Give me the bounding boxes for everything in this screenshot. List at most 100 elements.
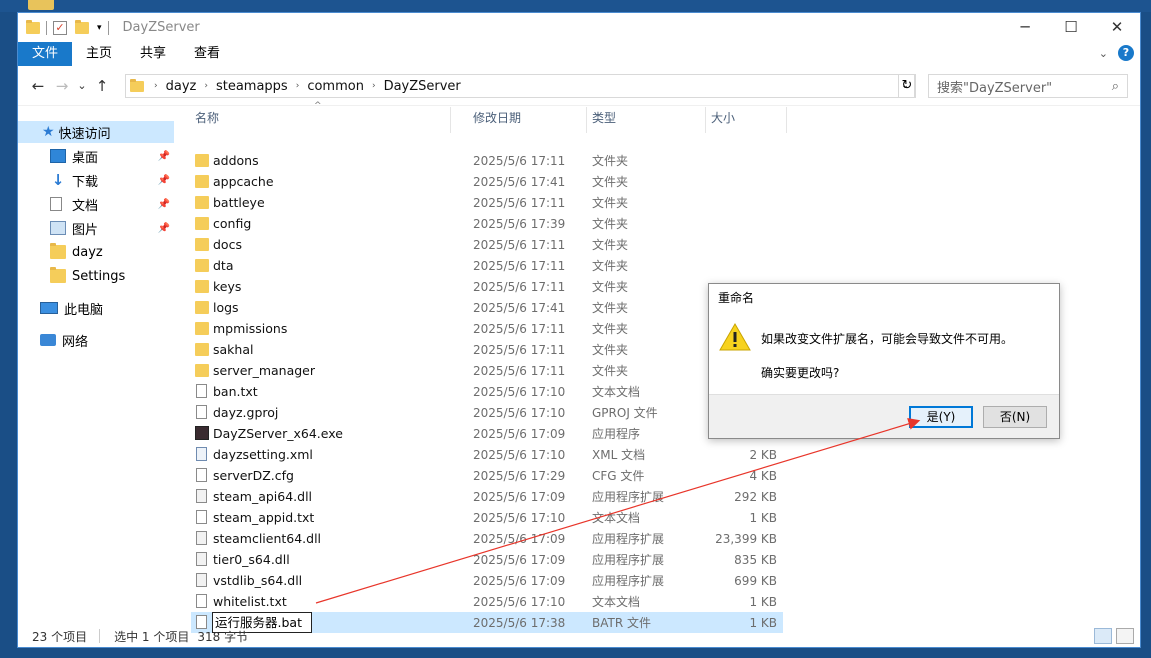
tab-home[interactable]: 主页 bbox=[72, 42, 126, 66]
file-row[interactable]: dayz.gproj 2025/5/6 17:10 GPROJ 文件 bbox=[191, 402, 783, 423]
folder-icon bbox=[195, 343, 209, 356]
file-row[interactable]: tier0_s64.dll 2025/5/6 17:09 应用程序扩展 835 KB bbox=[191, 549, 783, 570]
file-row[interactable]: logs 2025/5/6 17:41 文件夹 bbox=[191, 297, 783, 318]
file-row[interactable]: vstdlib_s64.dll 2025/5/6 17:09 应用程序扩展 699 K… bbox=[191, 570, 783, 591]
sidebar-item-desktop[interactable]: 桌面 📌 bbox=[50, 145, 174, 167]
file-size: 4 KB bbox=[749, 468, 777, 483]
yes-button[interactable]: 是(Y) bbox=[909, 406, 973, 428]
file-date: 2025/5/6 17:11 bbox=[473, 258, 566, 273]
file-date: 2025/5/6 17:09 bbox=[473, 426, 566, 441]
quick-access-toolbar-dropdown-icon[interactable]: ▾ bbox=[97, 23, 102, 33]
breadcrumb-separator-icon[interactable]: › bbox=[154, 81, 158, 91]
breadcrumb-common[interactable]: common bbox=[307, 79, 364, 94]
file-row[interactable]: steam_appid.txt 2025/5/6 17:10 文本文档 1 KB bbox=[191, 507, 783, 528]
pin-icon: 📌 bbox=[157, 222, 170, 234]
tab-view[interactable]: 查看 bbox=[180, 42, 234, 66]
ribbon-tabs: 文件 主页 共享 查看 ⌄ ? bbox=[18, 42, 1140, 66]
sidebar-item-dayz[interactable]: dayz bbox=[50, 241, 174, 263]
file-row[interactable]: DayZServer_x64.exe2025/5/6 17:09应用程序1 bbox=[191, 423, 783, 444]
file-row[interactable]: server_manager 2025/5/6 17:11 文件夹 bbox=[191, 360, 783, 381]
rename-dialog: 重命名 如果改变文件扩展名，可能会导致文件不可用。 确实要更改吗? 是(Y) 否… bbox=[708, 283, 1060, 439]
file-row[interactable]: addons 2025/5/6 17:11 文件夹 bbox=[191, 150, 783, 171]
file-row[interactable]: battleye 2025/5/6 17:11 文件夹 bbox=[191, 192, 783, 213]
file-row[interactable]: keys 2025/5/6 17:11 文件夹 bbox=[191, 276, 783, 297]
file-row[interactable]: dayzsetting.xml 2025/5/6 17:10 XML 文档 2 KB bbox=[191, 444, 783, 465]
column-header-name[interactable]: 名称 bbox=[191, 107, 451, 133]
file-row[interactable]: config 2025/5/6 17:39 文件夹 bbox=[191, 213, 783, 234]
file-file-icon bbox=[196, 405, 207, 419]
file-size: 1 KB bbox=[749, 510, 777, 525]
file-type: 文件夹 bbox=[592, 322, 629, 336]
file-size: 2 KB bbox=[749, 447, 777, 462]
file-row[interactable]: appcache 2025/5/6 17:41 文件夹 bbox=[191, 171, 783, 192]
file-row[interactable]: steamclient64.dll 2025/5/6 17:09 应用程序扩展 23,… bbox=[191, 528, 783, 549]
file-row[interactable]: whitelist.txt 2025/5/6 17:10 文本文档 1 KB bbox=[191, 591, 783, 612]
sidebar-item-settings[interactable]: Settings bbox=[50, 265, 174, 287]
minimize-button[interactable]: ─ bbox=[1002, 13, 1048, 42]
sidebar-item-downloads[interactable]: ↓ 下载 📌 bbox=[50, 169, 174, 191]
file-row[interactable]: sakhal 2025/5/6 17:11 文件夹 bbox=[191, 339, 783, 360]
breadcrumb-separator-icon[interactable]: › bbox=[296, 81, 300, 91]
sidebar-item-documents[interactable]: 文档 📌 bbox=[50, 193, 174, 215]
sidebar-item-network[interactable]: 网络 bbox=[40, 329, 174, 351]
file-type: 文件夹 bbox=[592, 238, 629, 252]
new-folder-icon[interactable] bbox=[75, 19, 89, 34]
recent-locations-dropdown[interactable]: ⌄ bbox=[74, 79, 90, 92]
file-type: 文件夹 bbox=[592, 259, 629, 273]
breadcrumb-separator-icon[interactable]: › bbox=[372, 81, 376, 91]
properties-icon[interactable]: ✓ bbox=[53, 20, 67, 35]
breadcrumb-dayz[interactable]: dayz bbox=[166, 79, 197, 94]
sidebar-item-label: Settings bbox=[72, 268, 126, 284]
address-bar[interactable]: › dayz › steamapps › common › DayZServer… bbox=[125, 74, 915, 98]
folder-icon bbox=[195, 280, 209, 293]
folder-icon bbox=[50, 243, 66, 259]
folder-icon bbox=[195, 322, 209, 335]
breadcrumb-steamapps[interactable]: steamapps bbox=[216, 79, 288, 94]
sidebar-item-quick-access[interactable]: ★ 快速访问 bbox=[18, 121, 174, 143]
file-name: dayz.gproj bbox=[213, 405, 279, 420]
expand-ribbon-chevron-icon[interactable]: ⌄ bbox=[1099, 47, 1108, 60]
help-icon[interactable]: ? bbox=[1118, 45, 1134, 61]
breadcrumb-dayzserver[interactable]: DayZServer bbox=[384, 79, 461, 94]
back-button[interactable]: ← bbox=[26, 77, 50, 95]
file-type: 应用程序扩展 bbox=[592, 532, 665, 546]
column-header-date[interactable]: 修改日期 bbox=[469, 107, 587, 133]
refresh-button[interactable]: ↻ bbox=[898, 74, 916, 98]
file-row[interactable]: dta 2025/5/6 17:11 文件夹 bbox=[191, 255, 783, 276]
desktop-folder-icon bbox=[28, 0, 54, 10]
sidebar-item-label: 此电脑 bbox=[64, 302, 104, 318]
file-row[interactable]: serverDZ.cfg 2025/5/6 17:29 CFG 文件 4 KB bbox=[191, 465, 783, 486]
details-view-button[interactable] bbox=[1094, 628, 1112, 644]
sidebar-item-label: 图片 bbox=[72, 222, 99, 238]
file-size: 699 KB bbox=[734, 573, 777, 588]
file-size: 23,399 KB bbox=[715, 531, 777, 546]
column-header-type[interactable]: 类型 bbox=[588, 107, 706, 133]
file-date: 2025/5/6 17:39 bbox=[473, 216, 566, 231]
file-row[interactable]: ban.txt 2025/5/6 17:10 文本文档 bbox=[191, 381, 783, 402]
sidebar-item-this-pc[interactable]: 此电脑 bbox=[40, 297, 174, 319]
file-date: 2025/5/6 17:10 bbox=[473, 405, 566, 420]
file-name: docs bbox=[213, 237, 242, 252]
sidebar-item-pictures[interactable]: 图片 📌 bbox=[50, 217, 174, 239]
tab-file[interactable]: 文件 bbox=[18, 42, 73, 66]
file-name: serverDZ.cfg bbox=[213, 468, 294, 483]
file-date: 2025/5/6 17:10 bbox=[473, 510, 566, 525]
breadcrumb-separator-icon[interactable]: › bbox=[204, 81, 208, 91]
file-type: 文件夹 bbox=[592, 217, 629, 231]
file-date: 2025/5/6 17:11 bbox=[473, 195, 566, 210]
no-button[interactable]: 否(N) bbox=[983, 406, 1047, 428]
file-row[interactable]: mpmissions 2025/5/6 17:11 文件夹 bbox=[191, 318, 783, 339]
close-button[interactable]: ✕ bbox=[1094, 13, 1140, 42]
file-row[interactable]: steam_api64.dll 2025/5/6 17:09 应用程序扩展 292 K… bbox=[191, 486, 783, 507]
up-button[interactable]: ↑ bbox=[90, 77, 114, 95]
large-icons-view-button[interactable] bbox=[1116, 628, 1134, 644]
maximize-button[interactable]: ☐ bbox=[1048, 13, 1094, 42]
file-type: XML 文档 bbox=[592, 448, 646, 462]
file-row[interactable]: docs 2025/5/6 17:11 文件夹 bbox=[191, 234, 783, 255]
file-name: mpmissions bbox=[213, 321, 288, 336]
status-bar: 23 个项目 选中 1 个项目 318 字节 bbox=[18, 625, 1140, 647]
forward-button[interactable]: → bbox=[50, 77, 74, 95]
column-header-size[interactable]: 大小 bbox=[707, 107, 787, 133]
search-input[interactable]: 搜索"DayZServer" ⌕ bbox=[928, 74, 1128, 98]
tab-share[interactable]: 共享 bbox=[126, 42, 180, 66]
